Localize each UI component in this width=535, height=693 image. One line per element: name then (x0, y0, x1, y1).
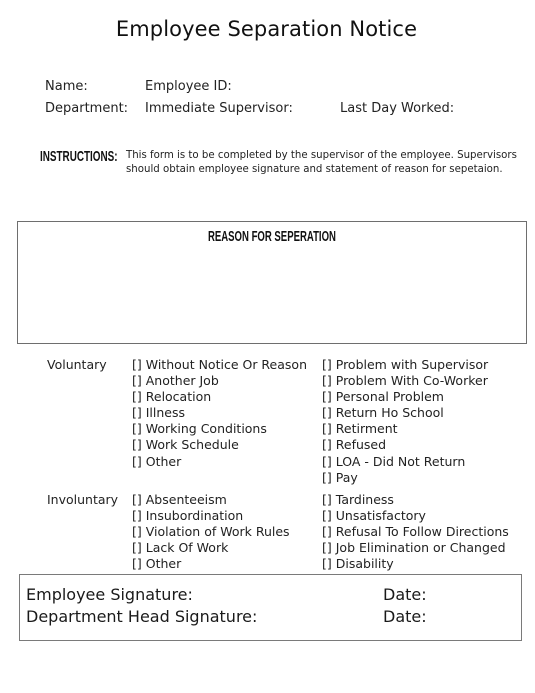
checkbox-option-label: Without Notice Or Reason (145, 357, 307, 372)
checkbox-option-label: Refused (335, 437, 387, 453)
name-field-label: Name: (45, 79, 88, 94)
checkbox-option-label: Problem with Supervisor (335, 357, 489, 372)
checkbox-option-label: Absenteeism (145, 492, 227, 507)
checkbox-option[interactable]: [] Unsatisfactory (322, 508, 509, 524)
page-title: Employee Separation Notice (115, 17, 418, 41)
checkbox-option[interactable]: [] Work Schedule (132, 437, 307, 453)
checkbox-icon[interactable]: [] (322, 437, 332, 452)
checkbox-option[interactable]: [] Disability (322, 556, 509, 572)
last-day-worked-field-label: Last Day Worked: (340, 101, 455, 116)
checkbox-icon[interactable]: [] (132, 373, 142, 388)
checkbox-option-label: Refusal To Follow Directions (335, 524, 509, 540)
instructions-text: This form is to be completed by the supe… (126, 150, 517, 175)
checkbox-icon[interactable]: [] (132, 389, 142, 404)
employee-signature-label[interactable]: Employee Signature: (26, 585, 193, 604)
checkbox-option-label: Another Job (145, 373, 219, 389)
checkbox-option[interactable]: [] Pay (322, 470, 488, 486)
voluntary-left-options: [] Without Notice Or Reason[] Another Jo… (132, 357, 307, 470)
immediate-supervisor-field-label: Immediate Supervisor: (145, 101, 293, 116)
checkbox-icon[interactable]: [] (132, 421, 142, 436)
checkbox-option[interactable]: [] Insubordination (132, 508, 290, 524)
checkbox-option-label: Disability (335, 556, 394, 572)
checkbox-option[interactable]: [] Refused (322, 437, 488, 453)
checkbox-option-label: LOA - Did Not Return (335, 453, 466, 469)
checkbox-option-label: Pay (335, 469, 358, 485)
checkbox-option[interactable]: [] Without Notice Or Reason (132, 357, 307, 373)
checkbox-icon[interactable]: [] (322, 373, 332, 388)
checkbox-option[interactable]: [] Another Job (132, 373, 307, 389)
checkbox-option[interactable]: [] Tardiness (322, 492, 509, 508)
checkbox-option-label: Work Schedule (145, 437, 239, 453)
checkbox-icon[interactable]: [] (132, 492, 142, 507)
checkbox-icon[interactable]: [] (132, 437, 142, 452)
checkbox-icon[interactable]: [] (322, 540, 332, 555)
checkbox-icon[interactable]: [] (322, 389, 332, 404)
checkbox-option[interactable]: [] Personal Problem (322, 389, 488, 405)
signature-box: Employee Signature: Date: Department Hea… (19, 574, 522, 641)
checkbox-option-label: Return Ho School (335, 405, 444, 421)
checkbox-option-label: Lack Of Work (145, 540, 229, 556)
checkbox-option-label: Other (145, 453, 182, 469)
checkbox-icon[interactable]: [] (322, 556, 332, 571)
checkbox-icon[interactable]: [] (132, 357, 142, 372)
checkbox-option-label: Violation of Work Rules (145, 524, 290, 540)
instructions-label: INSTRUCTIONS: (40, 148, 118, 165)
voluntary-label: Voluntary (47, 357, 107, 372)
checkbox-option[interactable]: [] LOA - Did Not Return (322, 454, 488, 470)
checkbox-option-label: Problem With Co-Worker (335, 373, 488, 389)
checkbox-option-label: Working Conditions (145, 421, 267, 437)
checkbox-icon[interactable]: [] (322, 405, 332, 420)
checkbox-icon[interactable]: [] (132, 556, 142, 571)
checkbox-icon[interactable]: [] (132, 405, 142, 420)
checkbox-icon[interactable]: [] (322, 524, 332, 539)
checkbox-icon[interactable]: [] (322, 470, 332, 485)
reason-for-separation-heading: REASON FOR SEPERATION (18, 226, 526, 245)
checkbox-option[interactable]: [] Illness (132, 405, 307, 421)
checkbox-icon[interactable]: [] (132, 508, 142, 523)
checkbox-icon[interactable]: [] (322, 357, 332, 372)
dept-head-date-label[interactable]: Date: (383, 607, 427, 626)
checkbox-option-label: Retirment (335, 421, 398, 437)
involuntary-left-options: [] Absenteeism[] Insubordination[] Viola… (132, 492, 290, 572)
checkbox-icon[interactable]: [] (322, 454, 332, 469)
employee-id-field-label: Employee ID: (145, 79, 232, 94)
checkbox-option[interactable]: [] Other (132, 454, 307, 470)
checkbox-icon[interactable]: [] (322, 492, 332, 507)
checkbox-option[interactable]: [] Refusal To Follow Directions (322, 524, 509, 540)
checkbox-option-label: Other (145, 556, 182, 572)
checkbox-icon[interactable]: [] (322, 421, 332, 436)
checkbox-option-label: Illness (145, 405, 186, 421)
involuntary-right-options: [] Tardiness[] Unsatisfactory[] Refusal … (322, 492, 509, 572)
involuntary-label: Involuntary (47, 492, 119, 507)
checkbox-option-label: Personal Problem (335, 389, 444, 405)
department-field-label: Department: (45, 101, 129, 116)
reason-for-separation-title: REASON FOR SEPERATION (208, 229, 336, 245)
checkbox-option[interactable]: [] Retirment (322, 421, 488, 437)
checkbox-option-label: Tardiness (335, 492, 394, 507)
voluntary-right-options: [] Problem with Supervisor[] Problem Wit… (322, 357, 488, 486)
checkbox-option[interactable]: [] Other (132, 556, 290, 572)
dept-head-signature-label[interactable]: Department Head Signature: (26, 607, 257, 626)
checkbox-option-label: Unsatisfactory (335, 508, 426, 524)
checkbox-option[interactable]: [] Lack Of Work (132, 540, 290, 556)
checkbox-icon[interactable]: [] (132, 524, 142, 539)
reason-for-separation-box[interactable]: REASON FOR SEPERATION (17, 221, 527, 344)
checkbox-icon[interactable]: [] (322, 508, 332, 523)
checkbox-option[interactable]: [] Return Ho School (322, 405, 488, 421)
checkbox-option[interactable]: [] Relocation (132, 389, 307, 405)
checkbox-option-label: Job Elimination or Changed (335, 540, 506, 556)
checkbox-option[interactable]: [] Problem With Co-Worker (322, 373, 488, 389)
checkbox-option[interactable]: [] Working Conditions (132, 421, 307, 437)
checkbox-icon[interactable]: [] (132, 540, 142, 555)
checkbox-option[interactable]: [] Violation of Work Rules (132, 524, 290, 540)
checkbox-option[interactable]: [] Job Elimination or Changed (322, 540, 509, 556)
checkbox-icon[interactable]: [] (132, 454, 142, 469)
employee-date-label[interactable]: Date: (383, 585, 427, 604)
checkbox-option-label: Relocation (145, 389, 212, 405)
checkbox-option[interactable]: [] Absenteeism (132, 492, 290, 508)
checkbox-option-label: Insubordination (145, 508, 244, 524)
checkbox-option[interactable]: [] Problem with Supervisor (322, 357, 488, 373)
